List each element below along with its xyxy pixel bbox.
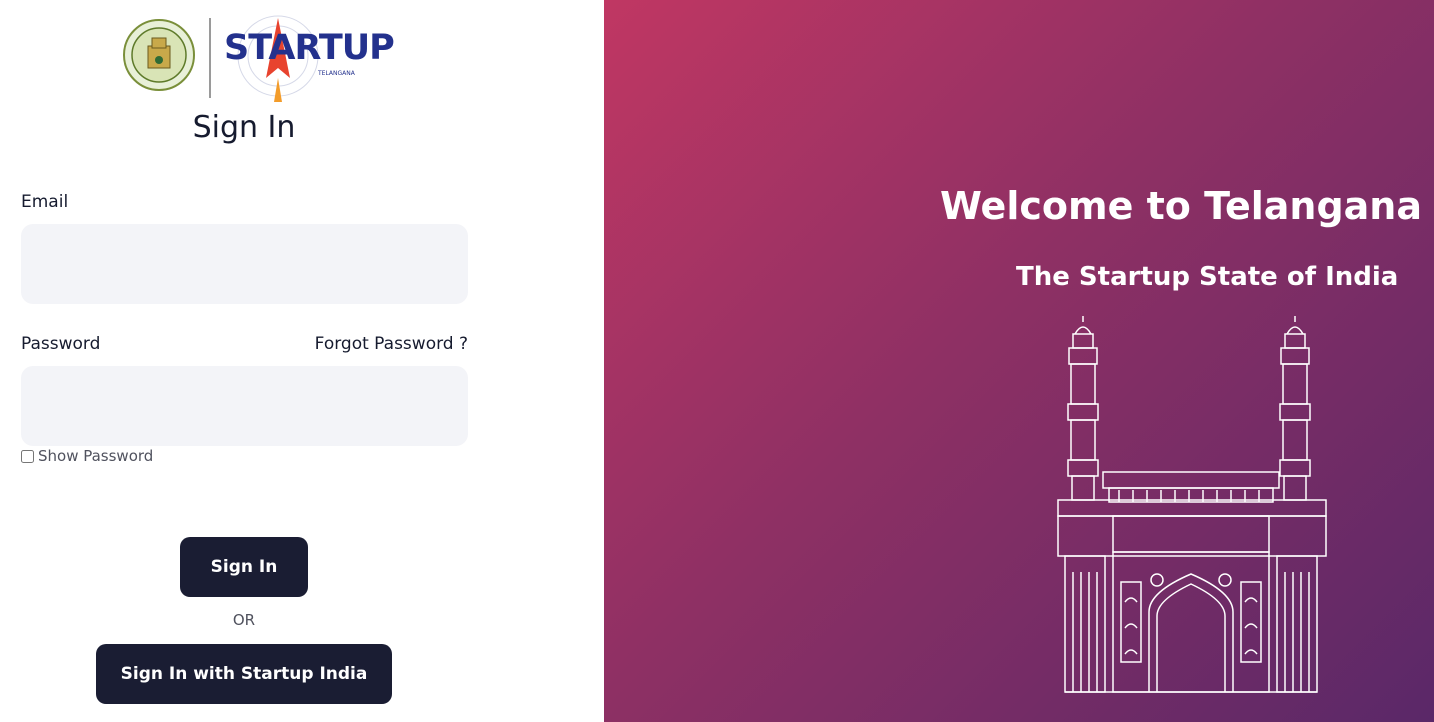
or-divider: OR [232,611,256,629]
page-title: Sign In [192,110,296,145]
logos: STARTUP TELANGANA [120,12,395,104]
password-label: Password [21,334,101,354]
email-field[interactable] [21,224,468,304]
email-label: Email [21,192,69,212]
tagline: The Startup State of India [1016,262,1399,292]
show-password-label: Show Password [38,447,154,465]
charminar-illustration-icon [1057,316,1327,693]
forgot-password-link[interactable]: Forgot Password ? [315,334,468,354]
logo-divider [209,18,211,98]
signin-panel: STARTUP TELANGANA Sign In Email Password… [0,0,604,722]
show-password-toggle[interactable]: Show Password [21,447,153,465]
signin-startup-india-button[interactable]: Sign In with Startup India [96,644,392,704]
telangana-emblem-icon [123,19,195,91]
show-password-checkbox[interactable] [21,449,34,463]
startup-logo-text: STARTUP [224,28,395,68]
startup-logo-subtext: TELANGANA [318,70,355,77]
password-field[interactable] [21,366,468,446]
signin-button[interactable]: Sign In [180,537,308,597]
welcome-heading: Welcome to Telangana [940,184,1422,228]
